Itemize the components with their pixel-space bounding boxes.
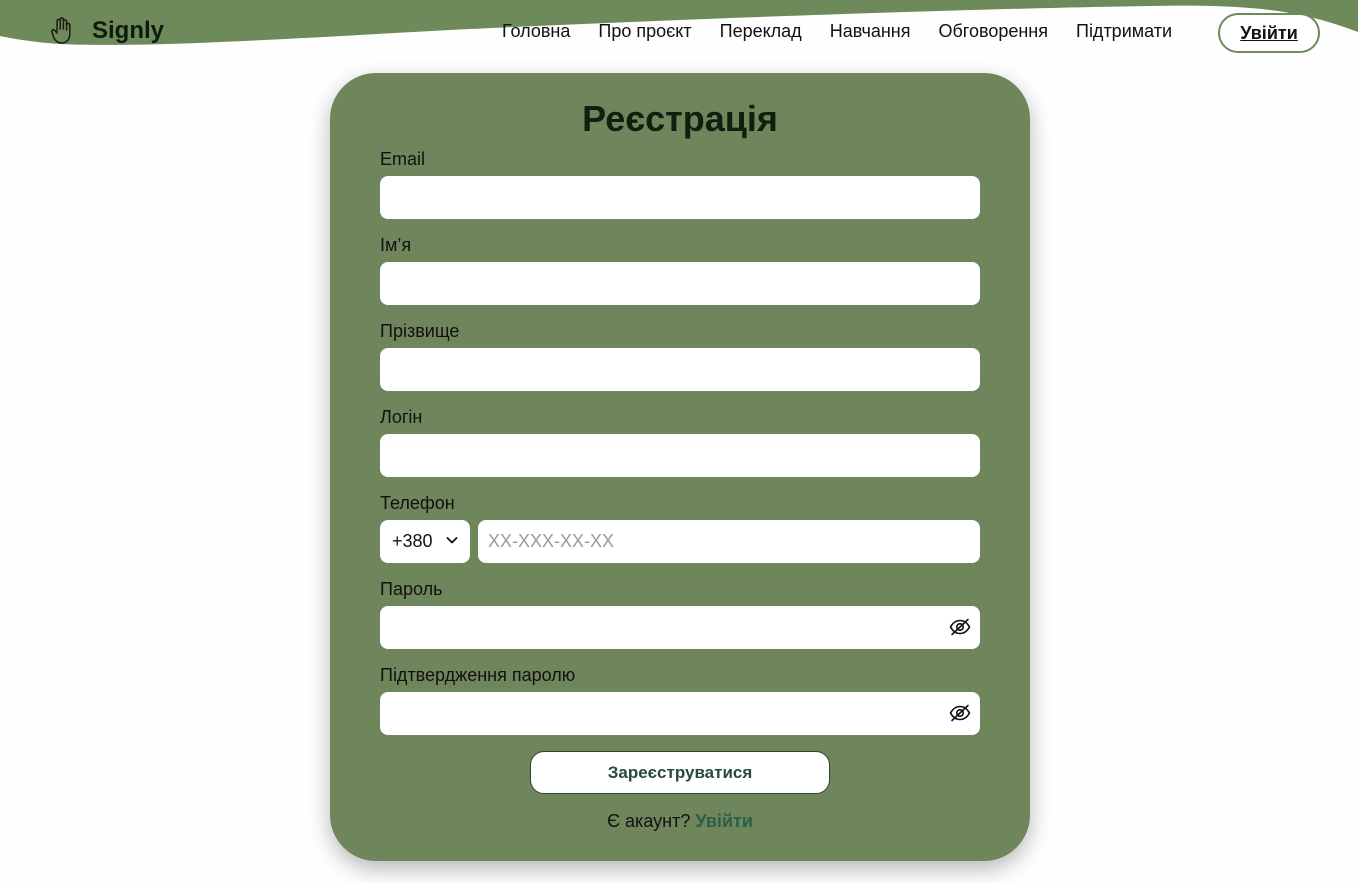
first-name-field[interactable]: [380, 262, 980, 305]
confirm-password-field[interactable]: [380, 692, 980, 735]
phone-field[interactable]: [478, 520, 980, 563]
hand-icon: [51, 17, 71, 44]
have-account-row: Є акаунт? Увійти: [330, 811, 1030, 832]
eye-off-icon[interactable]: [949, 704, 971, 722]
login-link[interactable]: Увійти: [695, 811, 753, 831]
nav-learning[interactable]: Навчання: [830, 21, 911, 42]
brand-logo[interactable]: Signly: [50, 17, 164, 45]
nav-about[interactable]: Про проєкт: [598, 21, 691, 42]
register-button[interactable]: Зареєструватися: [530, 751, 830, 794]
login-label: Логін: [380, 407, 423, 427]
last-name-label: Прізвище: [380, 321, 460, 341]
first-name-label: Ім’я: [380, 235, 412, 255]
nav-home[interactable]: Головна: [502, 21, 570, 42]
password-field[interactable]: [380, 606, 980, 649]
chevron-down-icon: [446, 537, 458, 544]
email-label: Email: [380, 149, 426, 169]
main-nav: Головна Про проєкт Переклад Навчання Обг…: [502, 21, 1172, 42]
country-code-value: +380: [392, 531, 433, 551]
nav-translate[interactable]: Переклад: [720, 21, 802, 42]
nav-support[interactable]: Підтримати: [1076, 21, 1172, 42]
have-account-text: Є акаунт?: [607, 811, 691, 831]
country-code-select[interactable]: +380: [380, 520, 470, 563]
confirm-password-label: Підтвердження паролю: [380, 665, 576, 685]
header-login-button[interactable]: Увійти: [1218, 13, 1320, 53]
phone-label: Телефон: [380, 493, 455, 513]
brand-name: Signly: [92, 17, 165, 44]
login-field[interactable]: [380, 434, 980, 477]
registration-card: Реєстрація Email Ім’я Прізвище Логін Тел…: [330, 73, 1030, 861]
last-name-field[interactable]: [380, 348, 980, 391]
password-label: Пароль: [380, 579, 443, 599]
email-field[interactable]: [380, 176, 980, 219]
nav-discussion[interactable]: Обговорення: [938, 21, 1048, 42]
eye-off-icon[interactable]: [949, 618, 971, 636]
page-title: Реєстрація: [582, 98, 778, 139]
